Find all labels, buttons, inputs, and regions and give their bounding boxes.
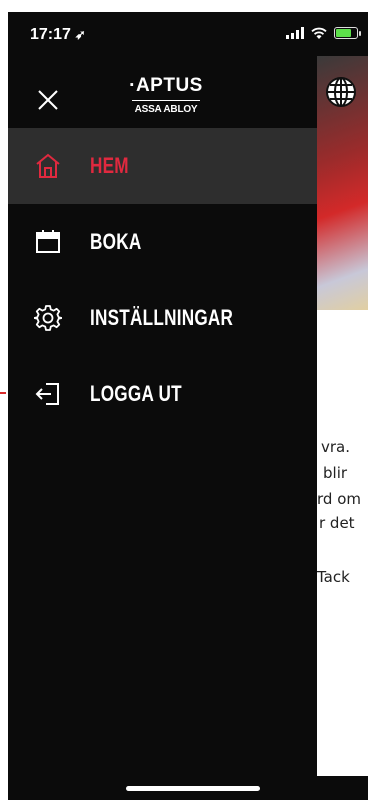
status-indicators bbox=[286, 26, 361, 40]
background-text-line: vra. bbox=[321, 438, 351, 456]
menu-item-label: HEM bbox=[90, 153, 129, 178]
logo-brand: ·APTUS bbox=[129, 75, 203, 96]
background-text-line: rd om bbox=[317, 490, 361, 508]
menu-item-label: LOGGA UT bbox=[90, 381, 182, 406]
logo-subtitle: ASSA ABLOY bbox=[134, 104, 198, 115]
menu-item-logga-ut[interactable]: LOGGA UT bbox=[8, 356, 317, 432]
edge-marker bbox=[0, 392, 6, 394]
background-text-line: r det bbox=[319, 514, 355, 532]
cellular-signal-icon bbox=[286, 27, 304, 39]
globe-icon[interactable] bbox=[325, 76, 357, 108]
logo-divider bbox=[132, 100, 200, 101]
status-time: 17:17 ➶ bbox=[30, 26, 86, 44]
background-text-line: blir bbox=[323, 464, 348, 482]
background-page: vra. blir rd om r det Tack bbox=[317, 56, 368, 776]
calendar-icon bbox=[36, 230, 60, 253]
status-time-text: 17:17 bbox=[30, 26, 71, 43]
status-bar: 17:17 ➶ bbox=[8, 12, 368, 56]
logout-icon bbox=[35, 383, 59, 405]
navigation-drawer: ·APTUS ASSA ABLOY HEM BOKA INSTÄLLNINGAR… bbox=[8, 56, 317, 776]
close-icon[interactable] bbox=[34, 86, 62, 114]
home-indicator-bar[interactable] bbox=[126, 786, 260, 791]
battery-level bbox=[336, 29, 352, 37]
home-indicator-area bbox=[8, 776, 368, 800]
aptus-logo: ·APTUS ASSA ABLOY bbox=[126, 76, 206, 122]
menu-item-label: INSTÄLLNINGAR bbox=[90, 305, 234, 330]
phone-screen: 17:17 ➶ vra. blir rd om r det Tack ·APTU… bbox=[8, 12, 368, 800]
wifi-icon bbox=[311, 27, 327, 39]
menu-item-installningar[interactable]: INSTÄLLNINGAR bbox=[8, 280, 317, 356]
menu-item-boka[interactable]: BOKA bbox=[8, 204, 317, 280]
drawer-menu: HEM BOKA INSTÄLLNINGAR LOGGA UT bbox=[8, 128, 317, 432]
location-arrow-icon: ➶ bbox=[74, 27, 86, 42]
gear-icon bbox=[34, 305, 62, 331]
background-text-line: Tack bbox=[317, 568, 350, 586]
home-icon bbox=[36, 153, 60, 178]
menu-item-hem[interactable]: HEM bbox=[8, 128, 317, 204]
menu-item-label: BOKA bbox=[90, 229, 142, 254]
battery-icon bbox=[334, 27, 361, 39]
